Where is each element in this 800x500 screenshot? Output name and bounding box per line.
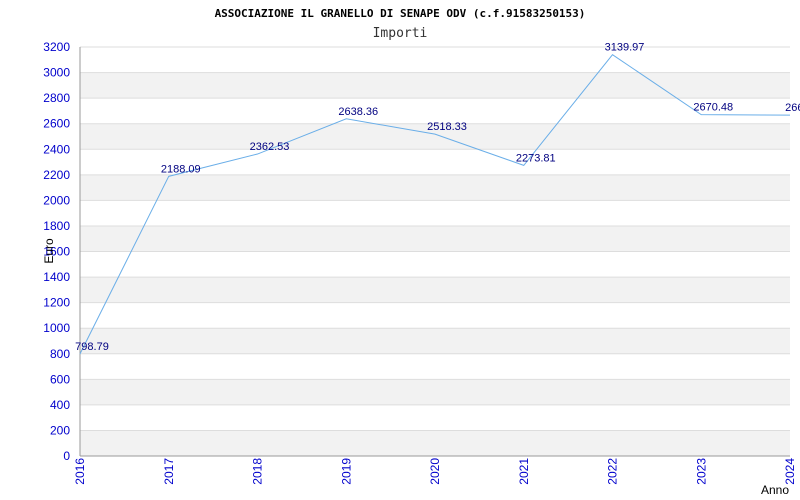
x-tick-label: 2022 xyxy=(606,458,620,485)
y-tick-label: 400 xyxy=(50,398,70,412)
series-lines xyxy=(79,54,791,355)
chart-title: ASSOCIAZIONE IL GRANELLO DI SENAPE ODV (… xyxy=(215,7,586,20)
y-tick-label: 1800 xyxy=(43,219,70,233)
x-tick-label: 2024 xyxy=(783,458,797,485)
y-tick-label: 2800 xyxy=(43,91,70,105)
data-label: 3139.97 xyxy=(605,42,645,54)
x-tick-label: 2017 xyxy=(162,458,176,485)
background-band xyxy=(80,430,790,456)
y-tick-label: 0 xyxy=(63,449,70,463)
y-tick-label: 200 xyxy=(50,423,70,437)
data-label: 2670.48 xyxy=(693,102,733,114)
data-label: 798.79 xyxy=(75,341,109,353)
y-tick-label: 1400 xyxy=(43,270,70,284)
line-chart: 0200400600800100012001400160018002000220… xyxy=(42,7,800,497)
x-tick-label: 2021 xyxy=(517,458,531,485)
background-band xyxy=(80,174,790,201)
background-band xyxy=(80,328,790,354)
series-line xyxy=(79,54,791,355)
background-band xyxy=(80,379,790,405)
data-label: 2362.53 xyxy=(250,141,290,153)
x-tick-label: 2018 xyxy=(251,458,265,485)
x-tick-label: 2019 xyxy=(339,458,353,485)
x-tick-label: 2016 xyxy=(73,458,87,485)
x-tick-label: 2020 xyxy=(428,458,442,485)
data-label: 2518.33 xyxy=(427,121,467,133)
background-band xyxy=(80,225,790,252)
data-label: 2638.36 xyxy=(338,106,378,118)
x-axis-label: Anno xyxy=(761,483,789,497)
data-label: 2667.4 xyxy=(785,102,800,114)
data-label: 2188.09 xyxy=(161,163,201,175)
y-tick-label: 600 xyxy=(50,372,70,386)
y-tick-label: 2400 xyxy=(43,142,70,156)
y-tick-label: 1200 xyxy=(43,296,70,310)
chart-subtitle: Importi xyxy=(373,26,428,41)
data-label: 2273.81 xyxy=(516,152,556,164)
x-tick-labels: 2016 2017 2018 2019 2020 2021 2022 2023 2024 xyxy=(73,458,797,485)
background-band xyxy=(80,277,790,303)
y-tick-label: 2600 xyxy=(43,117,70,131)
y-tick-label: 3000 xyxy=(43,66,70,80)
y-tick-label: 3200 xyxy=(43,40,70,54)
x-tick-label: 2023 xyxy=(694,458,708,485)
y-axis-label: Euro xyxy=(42,238,56,264)
y-tick-label: 1000 xyxy=(43,321,70,335)
y-tick-label: 2000 xyxy=(43,193,70,207)
y-tick-label: 800 xyxy=(50,347,70,361)
background-band xyxy=(80,72,790,99)
y-tick-label: 2200 xyxy=(43,168,70,182)
